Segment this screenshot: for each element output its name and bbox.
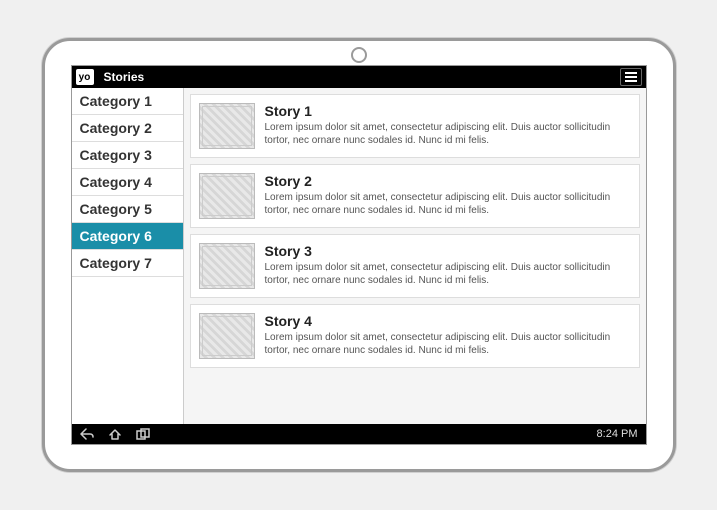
sidebar-item-category-7[interactable]: Category 7 bbox=[72, 250, 183, 277]
camera-icon bbox=[351, 47, 367, 63]
tablet-frame: yo Stories Category 1Category 2Category … bbox=[42, 38, 676, 472]
story-text: Story 1 Lorem ipsum dolor sit amet, conse… bbox=[265, 103, 631, 149]
story-description: Lorem ipsum dolor sit amet, consectetur … bbox=[265, 261, 631, 287]
app-logo[interactable]: yo bbox=[76, 69, 94, 85]
story-title: Story 3 bbox=[265, 243, 631, 259]
story-thumbnail bbox=[199, 103, 255, 149]
story-text: Story 3 Lorem ipsum dolor sit amet, conse… bbox=[265, 243, 631, 289]
sidebar-item-category-3[interactable]: Category 3 bbox=[72, 142, 183, 169]
story-row[interactable]: Story 3 Lorem ipsum dolor sit amet, conse… bbox=[190, 234, 640, 298]
story-text: Story 2 Lorem ipsum dolor sit amet, conse… bbox=[265, 173, 631, 219]
story-thumbnail bbox=[199, 243, 255, 289]
back-icon[interactable] bbox=[80, 428, 94, 440]
sidebar-item-category-5[interactable]: Category 5 bbox=[72, 196, 183, 223]
story-description: Lorem ipsum dolor sit amet, consectetur … bbox=[265, 331, 631, 357]
story-list[interactable]: Story 1 Lorem ipsum dolor sit amet, conse… bbox=[184, 88, 646, 424]
story-description: Lorem ipsum dolor sit amet, consectetur … bbox=[265, 191, 631, 217]
recent-apps-icon[interactable] bbox=[136, 428, 150, 440]
content-area: Category 1Category 2Category 3Category 4… bbox=[72, 88, 646, 424]
story-description: Lorem ipsum dolor sit amet, consectetur … bbox=[265, 121, 631, 147]
top-bar: yo Stories bbox=[72, 66, 646, 88]
story-text: Story 4 Lorem ipsum dolor sit amet, conse… bbox=[265, 313, 631, 359]
sidebar-item-category-2[interactable]: Category 2 bbox=[72, 115, 183, 142]
page-title: Stories bbox=[104, 70, 620, 84]
story-row[interactable]: Story 1 Lorem ipsum dolor sit amet, conse… bbox=[190, 94, 640, 158]
screen: yo Stories Category 1Category 2Category … bbox=[71, 65, 647, 445]
nav-icons bbox=[80, 428, 150, 440]
category-sidebar: Category 1Category 2Category 3Category 4… bbox=[72, 88, 184, 424]
menu-button[interactable] bbox=[620, 68, 642, 86]
story-thumbnail bbox=[199, 173, 255, 219]
bottom-bar: 8:24 PM bbox=[72, 424, 646, 444]
sidebar-item-category-6[interactable]: Category 6 bbox=[72, 223, 183, 250]
story-row[interactable]: Story 4 Lorem ipsum dolor sit amet, conse… bbox=[190, 304, 640, 368]
clock: 8:24 PM bbox=[597, 428, 638, 440]
story-title: Story 2 bbox=[265, 173, 631, 189]
home-icon[interactable] bbox=[108, 428, 122, 440]
story-title: Story 1 bbox=[265, 103, 631, 119]
story-thumbnail bbox=[199, 313, 255, 359]
sidebar-item-category-4[interactable]: Category 4 bbox=[72, 169, 183, 196]
story-title: Story 4 bbox=[265, 313, 631, 329]
story-row[interactable]: Story 2 Lorem ipsum dolor sit amet, conse… bbox=[190, 164, 640, 228]
sidebar-item-category-1[interactable]: Category 1 bbox=[72, 88, 183, 115]
